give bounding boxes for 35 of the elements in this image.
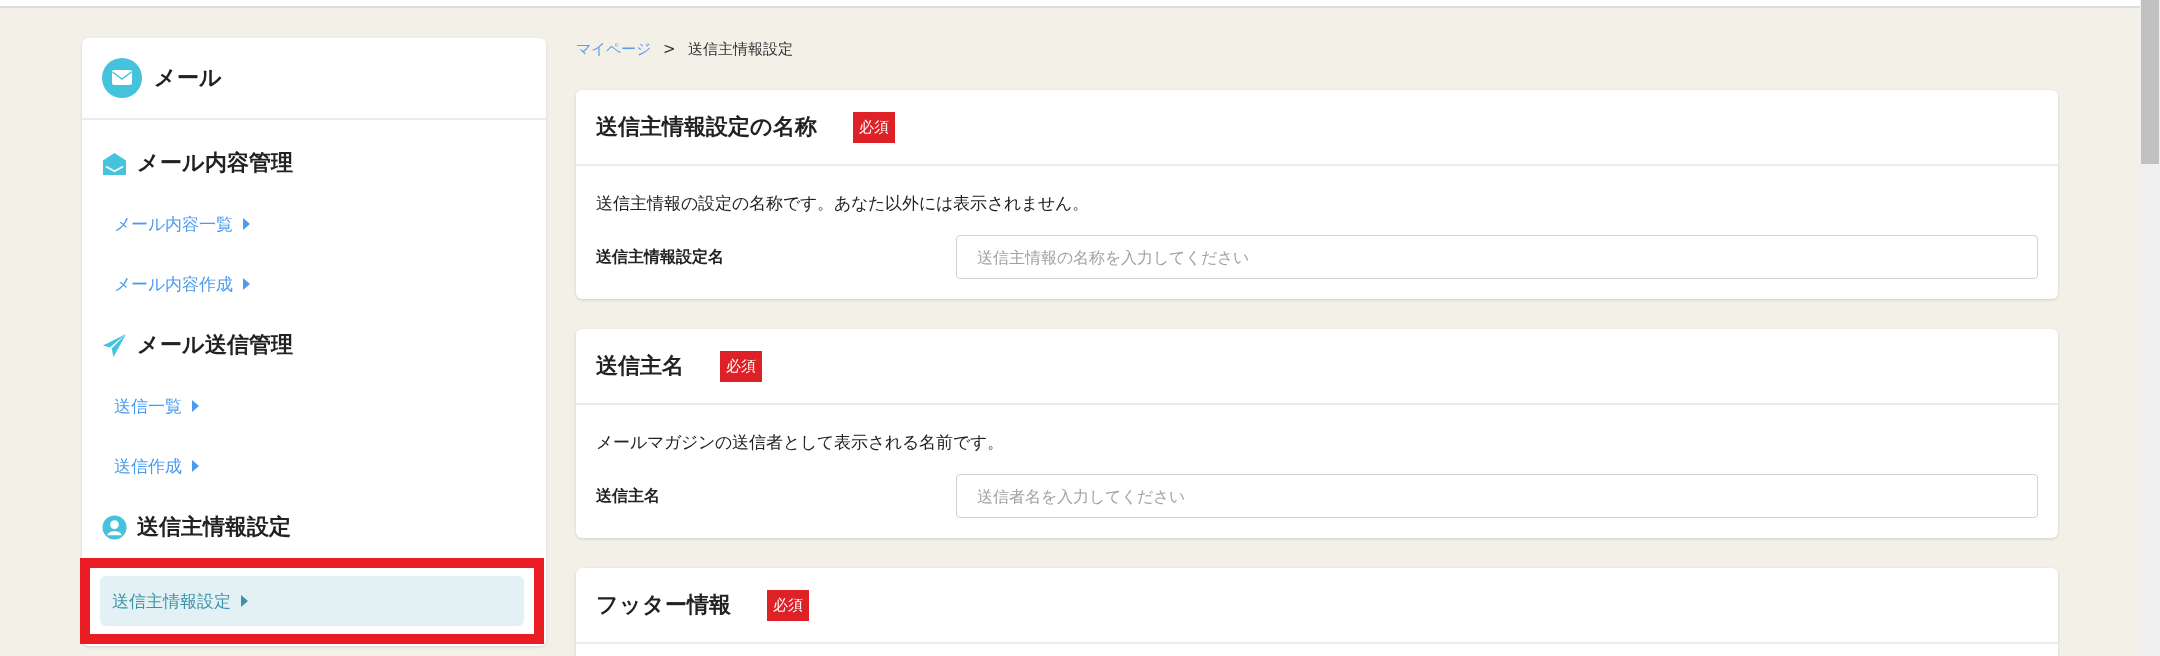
sidebar-link[interactable]: 送信一覧 bbox=[102, 378, 211, 434]
description-text: 送信主情報の設定の名称です。あなた以外には表示されません。 bbox=[596, 192, 1090, 215]
input-field[interactable]: 送信主情報の名称を入力してください bbox=[956, 235, 2038, 279]
card-title: 送信主情報設定の名称 bbox=[596, 113, 817, 141]
breadcrumb-separator: > bbox=[663, 40, 676, 58]
caret-icon bbox=[243, 278, 250, 290]
sidebar-link[interactable]: 送信主情報設定 bbox=[100, 576, 524, 626]
field-label: 送信主情報設定名 bbox=[596, 246, 725, 268]
input-field[interactable]: 送信者名を入力してください bbox=[956, 474, 2038, 518]
breadcrumb-current: 送信主情報設定 bbox=[687, 39, 793, 59]
required-badge: 必須 bbox=[720, 350, 762, 382]
section-heading: メール送信管理 bbox=[137, 331, 293, 359]
sidebar-title: メール bbox=[154, 64, 222, 92]
section-heading: メール内容管理 bbox=[137, 149, 293, 177]
caret-icon bbox=[243, 218, 250, 230]
description-text: メールマガジンの送信者として表示される名前です。 bbox=[596, 431, 1005, 454]
sidebar-link[interactable]: メール内容一覧 bbox=[102, 196, 262, 252]
card-title: フッター情報 bbox=[596, 591, 731, 619]
field-label: 送信主名 bbox=[596, 485, 661, 507]
card-title: 送信主名 bbox=[596, 352, 684, 380]
sidebar-link[interactable]: メール内容作成 bbox=[102, 256, 262, 312]
open-envelope-icon bbox=[102, 150, 127, 176]
scrollbar[interactable] bbox=[2140, 0, 2160, 656]
scrollbar-thumb[interactable] bbox=[2141, 0, 2159, 164]
required-badge: 必須 bbox=[853, 111, 895, 143]
caret-icon bbox=[192, 460, 199, 472]
section-heading: 送信主情報設定 bbox=[137, 513, 291, 541]
caret-icon bbox=[192, 400, 199, 412]
sidebar-link[interactable]: 送信作成 bbox=[102, 438, 211, 494]
mail-icon bbox=[102, 58, 142, 98]
paper-plane-icon bbox=[102, 332, 127, 358]
required-badge: 必須 bbox=[767, 589, 809, 621]
breadcrumb-link[interactable]: マイページ bbox=[576, 39, 651, 59]
caret-icon bbox=[241, 595, 248, 607]
user-icon bbox=[102, 514, 127, 540]
